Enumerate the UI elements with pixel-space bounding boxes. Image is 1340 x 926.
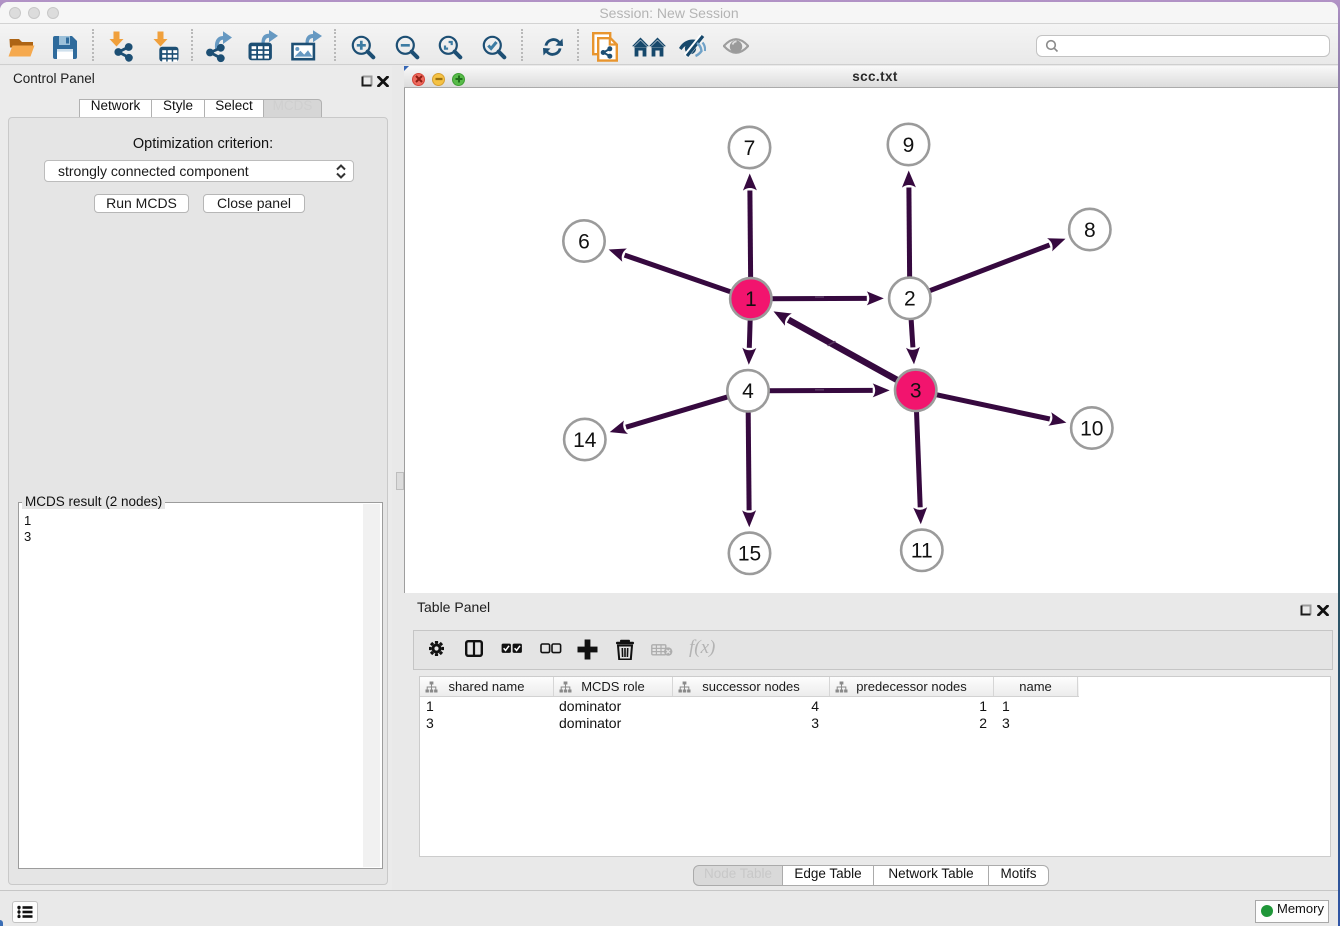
svg-text:6: 6: [578, 230, 590, 253]
svg-text:1: 1: [745, 288, 757, 311]
svg-text:11: 11: [911, 540, 933, 563]
svg-text:8: 8: [1084, 219, 1096, 242]
svg-text:2: 2: [904, 288, 916, 311]
svg-text:14: 14: [573, 429, 597, 452]
svg-text:4: 4: [742, 380, 754, 403]
svg-text:15: 15: [738, 543, 761, 566]
svg-text:10: 10: [1080, 417, 1103, 440]
svg-text:9: 9: [903, 134, 915, 157]
svg-text:3: 3: [910, 380, 922, 403]
svg-text:7: 7: [744, 137, 756, 160]
